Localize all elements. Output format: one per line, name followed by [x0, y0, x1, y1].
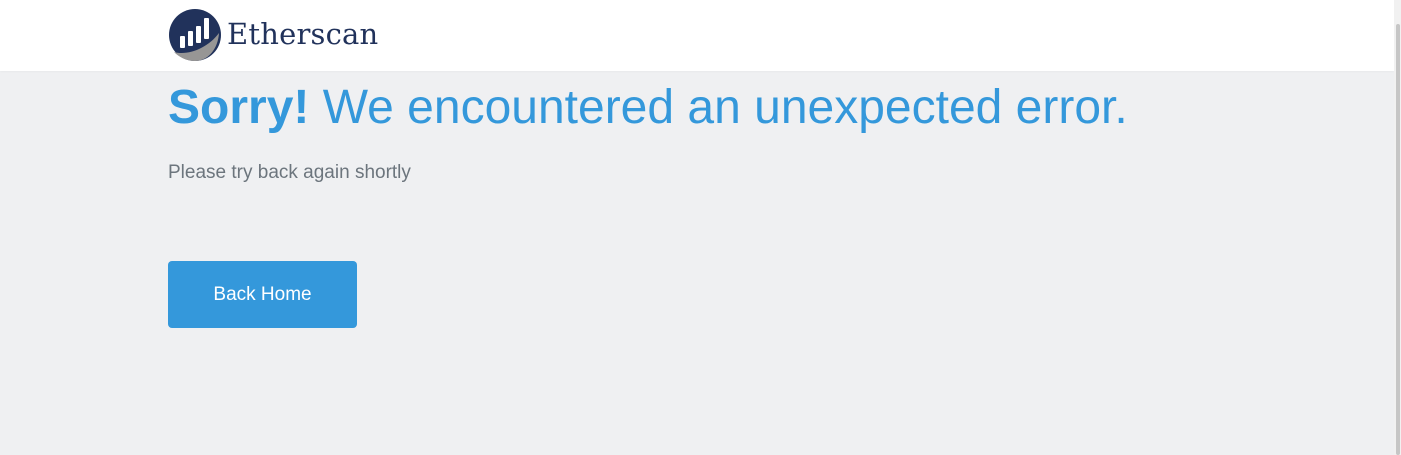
site-header: Etherscan: [0, 0, 1394, 71]
error-title-message: We encountered an unexpected error.: [309, 81, 1128, 134]
error-title-strong: Sorry!: [168, 81, 310, 134]
scrollbar-thumb[interactable]: [1396, 24, 1400, 455]
etherscan-logo-icon: [169, 9, 221, 61]
error-subtitle: Please try back again shortly: [168, 161, 411, 183]
error-content: Sorry! We encountered an unexpected erro…: [168, 79, 1128, 184]
brand-name: Etherscan: [227, 16, 379, 51]
brand-link[interactable]: Etherscan: [168, 8, 378, 62]
back-home-button[interactable]: Back Home: [168, 261, 357, 328]
error-title: Sorry! We encountered an unexpected erro…: [168, 79, 1128, 137]
